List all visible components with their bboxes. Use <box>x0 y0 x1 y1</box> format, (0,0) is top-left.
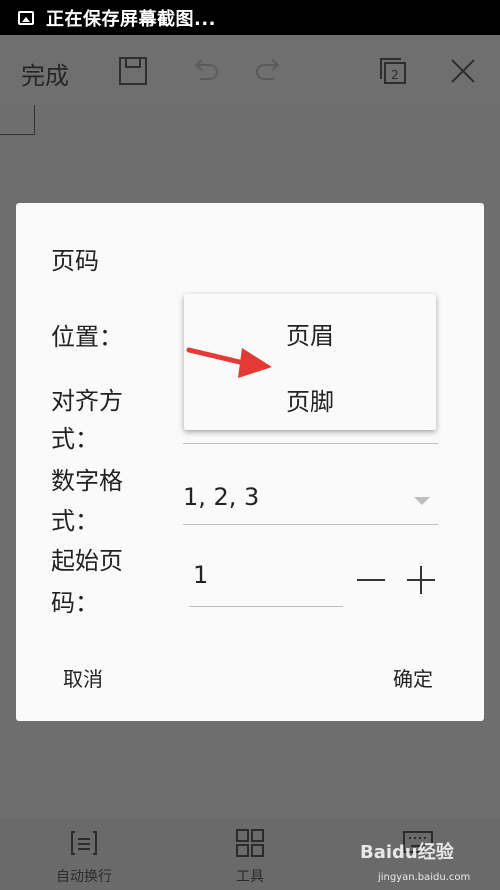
alignment-label-cont: 式： <box>51 425 99 453</box>
save-icon[interactable] <box>117 55 149 87</box>
pages-icon[interactable]: 2 <box>377 55 409 87</box>
cancel-button[interactable]: 取消 <box>63 663 103 692</box>
status-text: 正在保存屏幕截图... <box>46 8 217 30</box>
tools-button[interactable]: 工具 <box>220 828 280 886</box>
minus-icon[interactable] <box>356 565 386 595</box>
redo-icon[interactable] <box>254 55 286 87</box>
start-page-label-cont: 码： <box>51 589 99 617</box>
tools-label: 工具 <box>236 869 264 885</box>
annotation-arrow <box>186 347 272 378</box>
svg-text:2: 2 <box>391 68 399 82</box>
watermark-brand: Baidu经验 <box>360 842 454 863</box>
number-format-label-cont: 式： <box>51 507 99 535</box>
grid-icon <box>236 829 264 857</box>
close-icon[interactable] <box>447 55 479 87</box>
baidu-watermark: Baidu经验 jingyan.baidu.com <box>360 838 470 883</box>
dialog-title: 页码 <box>51 247 99 275</box>
number-format-label: 数字格 <box>51 467 123 495</box>
alignment-select-underline[interactable] <box>183 443 438 444</box>
confirm-button[interactable]: 确定 <box>393 663 433 692</box>
wrap-text-icon <box>71 831 97 855</box>
start-page-label: 起始页 <box>51 547 123 575</box>
wrap-text-button[interactable]: 自动换行 <box>50 828 118 886</box>
page-corner-mark <box>0 105 35 135</box>
number-format-underline <box>183 524 438 525</box>
option-footer[interactable]: 页脚 <box>184 382 436 417</box>
status-bar: 正在保存屏幕截图... <box>0 0 500 35</box>
alignment-label: 对齐方 <box>51 387 123 415</box>
chevron-down-icon[interactable] <box>414 497 430 505</box>
position-label: 位置： <box>51 323 123 351</box>
start-page-input[interactable]: 1 <box>193 561 208 589</box>
editor-toolbar: 完成 2 <box>0 35 500 105</box>
image-icon <box>18 10 34 25</box>
number-format-select[interactable]: 1, 2, 3 <box>183 483 259 511</box>
wrap-text-label: 自动换行 <box>56 869 112 885</box>
done-button[interactable]: 完成 <box>21 56 69 91</box>
page-number-dialog: 页码 位置： 对齐方 式： 数字格 式： 1, 2, 3 起始页 码： 1 取消… <box>16 203 484 721</box>
undo-icon[interactable] <box>188 55 220 87</box>
plus-icon[interactable] <box>406 565 436 595</box>
start-page-underline <box>189 606 343 607</box>
watermark-url: jingyan.baidu.com <box>378 872 471 883</box>
